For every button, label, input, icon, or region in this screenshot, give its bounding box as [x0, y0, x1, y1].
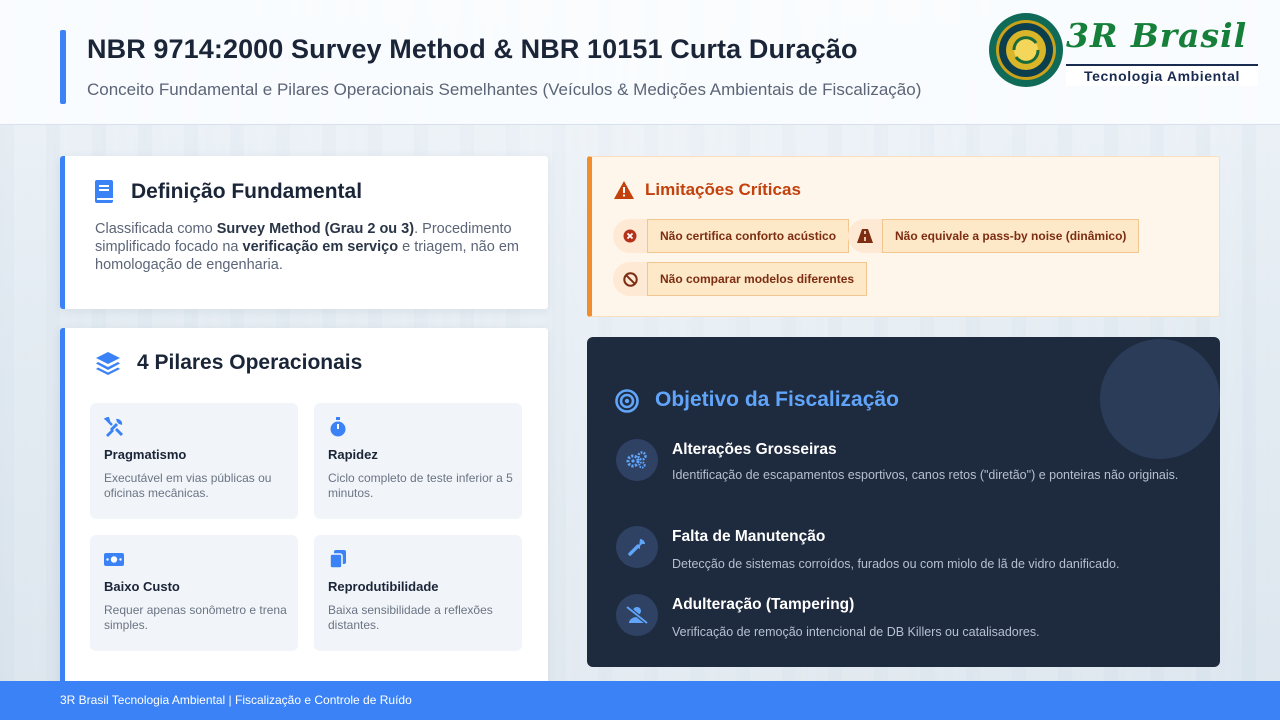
- x-circle-icon: [613, 219, 647, 253]
- objective-panel: Objetivo da Fiscalização Alterações Gros…: [587, 337, 1220, 667]
- copy-icon: [329, 550, 346, 569]
- user-slash-icon: [616, 594, 658, 636]
- company-logo: 3R Brasil Tecnologia Ambiental: [988, 12, 1263, 88]
- gears-icon: [616, 439, 658, 481]
- pillar-description: Executável em vias públicas ou oficinas …: [104, 471, 272, 500]
- ban-icon: [613, 262, 647, 296]
- objective-title: Objetivo da Fiscalização: [655, 388, 899, 411]
- pillar-baixo-custo: Baixo Custo Requer apenas sonômetro e tr…: [90, 535, 298, 651]
- logo-brand-text: 3R Brasil: [1066, 16, 1248, 55]
- pillar-name: Pragmatismo: [104, 447, 187, 462]
- target-icon: [615, 389, 639, 413]
- pillar-name: Rapidez: [328, 447, 378, 462]
- objective-item-description: Detecção de sistemas corroídos, furados …: [672, 557, 1120, 571]
- pillar-description: Baixa sensibilidade a reflexões distante…: [328, 603, 493, 632]
- footer-text: 3R Brasil Tecnologia Ambiental | Fiscali…: [60, 693, 412, 707]
- pillar-reprodutibilidade: Reprodutibilidade Baixa sensibilidade a …: [314, 535, 522, 651]
- objective-item-description: Verificação de remoção intencional de DB…: [672, 625, 1040, 639]
- limitations-title: Limitações Críticas: [645, 180, 801, 199]
- definition-card: Definição Fundamental Classificada como …: [60, 156, 548, 309]
- header-accent-bar: [60, 30, 66, 104]
- limitation-text: Não comparar modelos diferentes: [647, 262, 868, 296]
- pillars-card: 4 Pilares Operacionais Pragmatismo Execu…: [60, 328, 548, 688]
- objective-item-description: Identificação de escapamentos esportivos…: [672, 468, 1179, 482]
- objective-item-name: Alterações Grosseiras: [672, 441, 837, 458]
- objective-item-name: Adulteração (Tampering): [672, 596, 855, 613]
- logo-tagline: Tecnologia Ambiental: [1066, 64, 1258, 86]
- stopwatch-icon: [330, 417, 346, 437]
- limitation-chip: Não certifica conforto acústico: [613, 219, 850, 253]
- layers-icon: [96, 352, 120, 375]
- definition-text: Classificada como Survey Method (Grau 2 …: [95, 221, 519, 273]
- objective-item-name: Falta de Manutenção: [672, 528, 826, 545]
- pillar-name: Baixo Custo: [104, 579, 180, 594]
- limitation-text: Não certifica conforto acústico: [647, 219, 850, 253]
- limitation-chip: Não comparar modelos diferentes: [613, 262, 868, 296]
- page-title: NBR 9714:2000 Survey Method & NBR 10151 …: [87, 34, 858, 64]
- book-icon: [95, 180, 113, 203]
- pillar-pragmatismo: Pragmatismo Executável em vias públicas …: [90, 403, 298, 519]
- pillar-name: Reprodutibilidade: [328, 579, 439, 594]
- tools-icon: [104, 417, 124, 437]
- limitation-text: Não equivale a pass-by noise (dinâmico): [882, 219, 1140, 253]
- logo-emblem-icon: [989, 13, 1063, 87]
- decorative-circle: [1100, 339, 1220, 459]
- pillar-rapidez: Rapidez Ciclo completo de teste inferior…: [314, 403, 522, 519]
- definition-title: Definição Fundamental: [131, 180, 363, 203]
- limitations-card: Limitações Críticas Não certifica confor…: [587, 156, 1220, 317]
- slide-header: NBR 9714:2000 Survey Method & NBR 10151 …: [0, 0, 1280, 125]
- page-subtitle: Conceito Fundamental e Pilares Operacion…: [87, 80, 922, 99]
- pillar-description: Requer apenas sonômetro e trena simples.: [104, 603, 287, 632]
- road-icon: [848, 219, 882, 253]
- footer-bar: 3R Brasil Tecnologia Ambiental | Fiscali…: [0, 681, 1280, 720]
- pillar-description: Ciclo completo de teste inferior a 5 min…: [328, 471, 513, 500]
- limitation-chip: Não equivale a pass-by noise (dinâmico): [848, 219, 1140, 253]
- wrench-icon: [616, 526, 658, 568]
- warning-icon: [614, 181, 634, 199]
- pillars-title: 4 Pilares Operacionais: [137, 351, 363, 374]
- money-icon: [104, 553, 124, 566]
